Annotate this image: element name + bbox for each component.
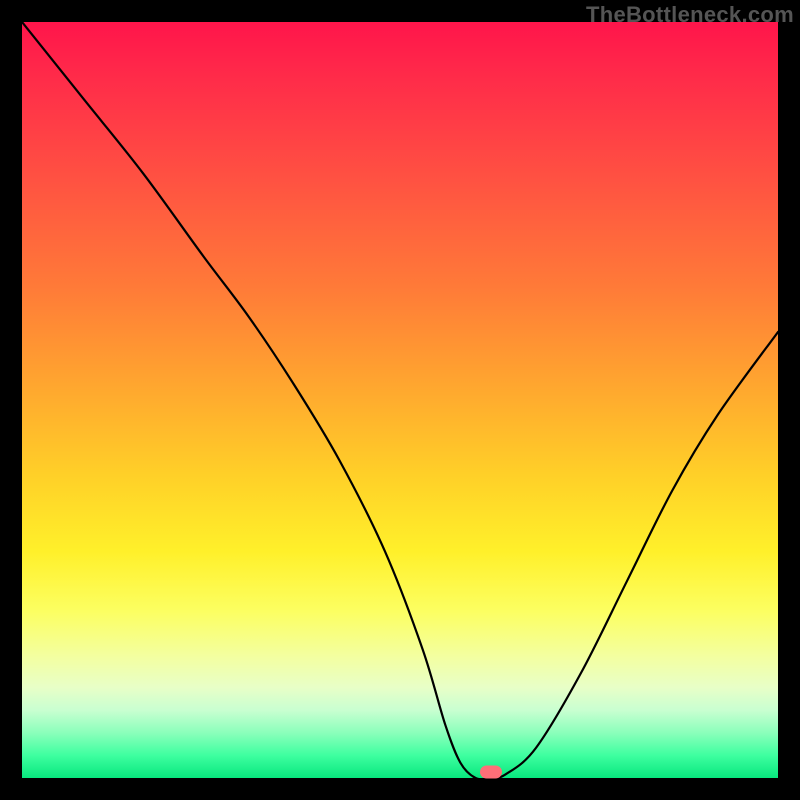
bottleneck-curve: [22, 22, 778, 778]
plot-area: [22, 22, 778, 778]
chart-frame: TheBottleneck.com: [0, 0, 800, 800]
optimal-point-marker: [480, 766, 502, 779]
watermark-text: TheBottleneck.com: [586, 2, 794, 28]
